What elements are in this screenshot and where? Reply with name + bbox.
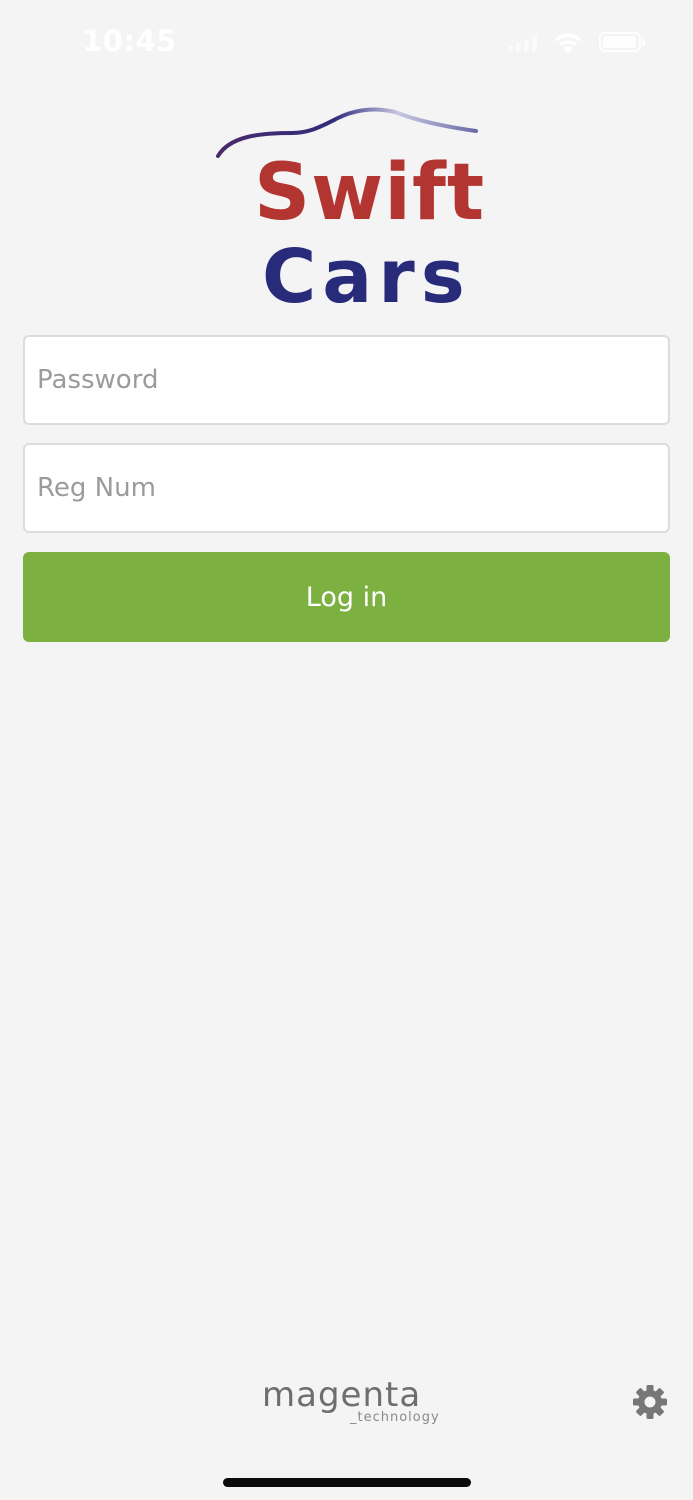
battery-icon	[599, 32, 645, 52]
password-field[interactable]	[23, 335, 670, 425]
status-bar: 10:45	[0, 0, 693, 84]
status-time: 10:45	[82, 24, 177, 58]
login-button[interactable]: Log in	[23, 552, 670, 642]
status-icons	[508, 28, 645, 56]
reg-num-field[interactable]	[23, 443, 670, 533]
logo-text-swift: Swift	[254, 148, 486, 238]
home-indicator	[223, 1478, 471, 1487]
settings-button[interactable]	[630, 1382, 670, 1422]
brand-name: magenta	[262, 1375, 422, 1415]
brand-subtitle: _technology	[350, 1410, 440, 1425]
magenta-technology-logo: magenta _technology	[262, 1378, 442, 1428]
gear-icon	[633, 1385, 667, 1419]
logo-text-cars: Cars	[262, 234, 471, 320]
swift-cars-logo: Swift Cars	[210, 100, 490, 314]
cellular-signal-icon	[508, 32, 537, 52]
wifi-icon	[554, 33, 582, 53]
